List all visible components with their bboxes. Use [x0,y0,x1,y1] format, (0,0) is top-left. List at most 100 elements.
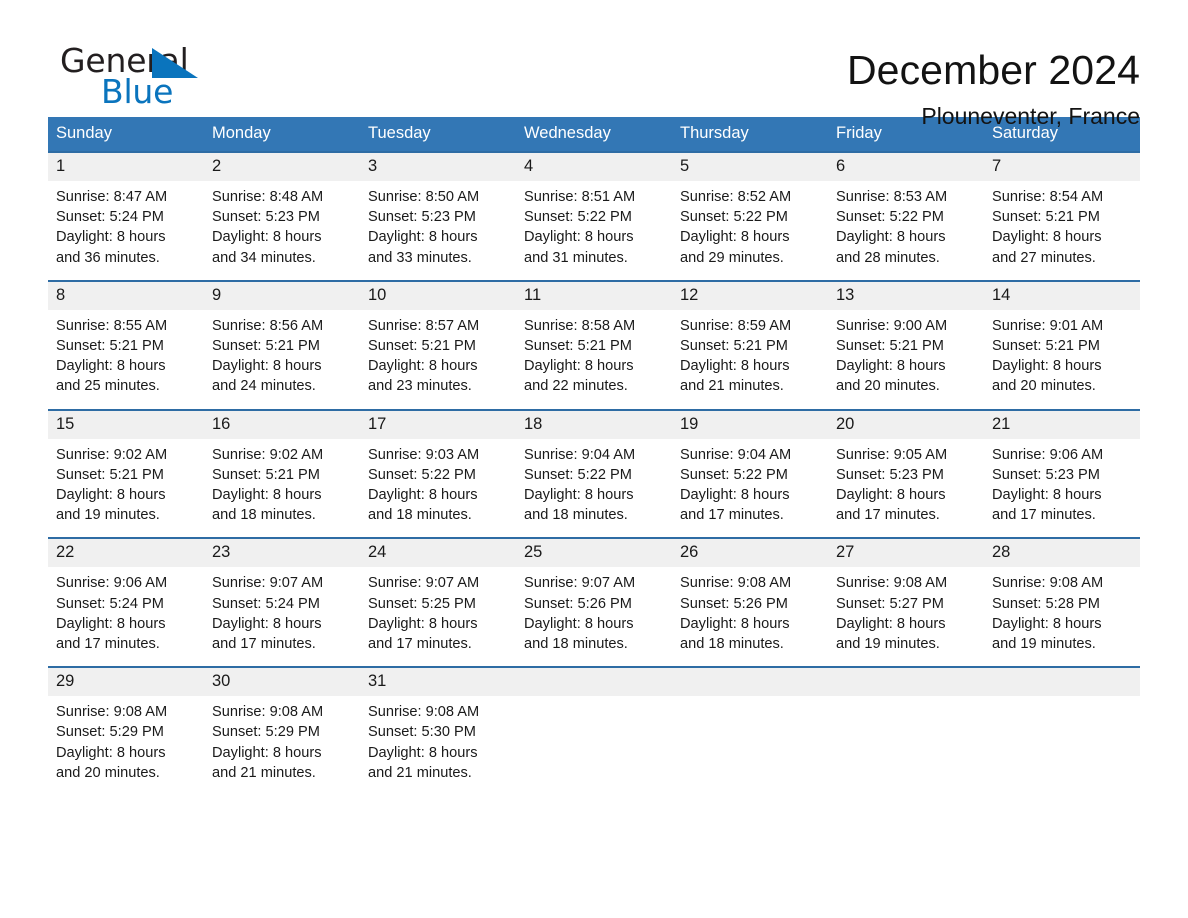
sunrise-time: Sunrise: 8:53 AM [836,189,948,205]
calendar-day-cell[interactable]: 9 Sunrise: 8:56 AM Sunset: 5:21 PM Daylight… [204,279,360,410]
sunset-time: Sunset: 5:24 PM [56,595,164,612]
daylight-line-1: Daylight: 8 hours [524,615,634,632]
day-number: 1 [48,153,204,181]
sunrise-time: Sunrise: 9:06 AM [992,446,1104,463]
weekday-header-wednesday: Wednesday [516,117,672,152]
daylight-line-2: and 20 minutes. [836,378,940,395]
sunrise-time: Sunrise: 9:08 AM [56,704,168,721]
day-details: Sunrise: 9:03 AM Sunset: 5:22 PM Daylight:… [360,439,516,538]
day-details [516,696,672,818]
daylight-line-2: and 17 minutes. [836,507,940,524]
day-number: 15 [48,410,204,439]
day-details: Sunrise: 9:02 AM Sunset: 5:21 PM Daylight:… [48,439,204,538]
sunrise-time: Sunrise: 9:00 AM [836,317,948,334]
calendar-day-cell[interactable]: 14 Sunrise: 9:01 AM Sunset: 5:21 PM Dayligh… [984,279,1140,410]
calendar-day-cell[interactable]: 4 Sunrise: 8:51 AM Sunset: 5:22 PM Daylight… [516,151,672,281]
calendar-day-cell[interactable]: 30 Sunrise: 9:08 AM Sunset: 5:29 PM Dayligh… [204,666,360,819]
day-details: Sunrise: 9:07 AM Sunset: 5:25 PM Daylight:… [360,567,516,666]
calendar-day-cell[interactable]: 15 Sunrise: 9:02 AM Sunset: 5:21 PM Dayligh… [48,408,204,539]
day-number: 29 [48,668,204,697]
calendar-day-cell[interactable]: 20 Sunrise: 9:05 AM Sunset: 5:23 PM Dayligh… [828,408,984,539]
calendar-day-cell[interactable]: 5 Sunrise: 8:52 AM Sunset: 5:22 PM Daylight… [672,151,828,281]
daylight-line-2: and 23 minutes. [368,378,472,395]
sunset-time: Sunset: 5:21 PM [56,466,164,483]
daylight-line-2: and 17 minutes. [212,636,316,653]
calendar-day-cell[interactable]: 2 Sunrise: 8:48 AM Sunset: 5:23 PM Daylight… [204,151,360,281]
calendar-day-cell[interactable]: 6 Sunrise: 8:53 AM Sunset: 5:22 PM Daylight… [828,151,984,281]
sunset-time: Sunset: 5:21 PM [992,338,1100,355]
day-number: 31 [360,668,516,697]
calendar-day-cell[interactable]: 1 Sunrise: 8:47 AM Sunset: 5:24 PM Daylight… [48,151,204,281]
calendar-day-cell-empty [984,666,1140,819]
calendar-day-cell[interactable]: 8 Sunrise: 8:55 AM Sunset: 5:21 PM Daylight… [48,279,204,410]
sunrise-time: Sunrise: 9:04 AM [524,446,636,463]
daylight-line-1: Daylight: 8 hours [992,358,1102,375]
sunrise-time: Sunrise: 8:59 AM [680,317,792,334]
daylight-line-1: Daylight: 8 hours [524,229,634,246]
day-details: Sunrise: 9:05 AM Sunset: 5:23 PM Daylight:… [828,439,984,538]
sunrise-time: Sunrise: 8:55 AM [56,317,168,334]
calendar-day-cell[interactable]: 27 Sunrise: 9:08 AM Sunset: 5:27 PM Dayligh… [828,537,984,668]
calendar-day-cell[interactable]: 3 Sunrise: 8:50 AM Sunset: 5:23 PM Daylight… [360,151,516,281]
daylight-line-2: and 17 minutes. [680,507,784,524]
daylight-line-2: and 18 minutes. [524,636,628,653]
calendar-day-cell[interactable]: 23 Sunrise: 9:07 AM Sunset: 5:24 PM Dayligh… [204,537,360,668]
calendar-day-cell[interactable]: 24 Sunrise: 9:07 AM Sunset: 5:25 PM Dayligh… [360,537,516,668]
sunrise-time: Sunrise: 9:03 AM [368,446,480,463]
calendar-day-cell[interactable]: 25 Sunrise: 9:07 AM Sunset: 5:26 PM Dayligh… [516,537,672,668]
sunset-time: Sunset: 5:25 PM [368,595,476,612]
sunset-time: Sunset: 5:24 PM [56,209,164,226]
sunset-time: Sunset: 5:22 PM [680,209,788,226]
day-details: Sunrise: 8:57 AM Sunset: 5:21 PM Daylight:… [360,310,516,409]
day-number [984,668,1140,697]
calendar-day-cell[interactable]: 29 Sunrise: 9:08 AM Sunset: 5:29 PM Dayligh… [48,666,204,819]
daylight-line-1: Daylight: 8 hours [56,487,166,504]
sunrise-time: Sunrise: 8:48 AM [212,189,324,205]
day-details: Sunrise: 9:08 AM Sunset: 5:29 PM Daylight:… [48,696,204,795]
calendar-day-cell[interactable]: 19 Sunrise: 9:04 AM Sunset: 5:22 PM Dayligh… [672,408,828,539]
calendar-day-cell[interactable]: 16 Sunrise: 9:02 AM Sunset: 5:21 PM Dayligh… [204,408,360,539]
calendar-week-row: 22 Sunrise: 9:06 AM Sunset: 5:24 PM Dayligh… [48,537,1140,668]
calendar-day-cell[interactable]: 22 Sunrise: 9:06 AM Sunset: 5:24 PM Dayligh… [48,537,204,668]
day-number: 30 [204,668,360,697]
calendar-day-cell[interactable]: 21 Sunrise: 9:06 AM Sunset: 5:23 PM Dayligh… [984,408,1140,539]
day-details: Sunrise: 9:06 AM Sunset: 5:24 PM Daylight:… [48,567,204,666]
calendar-week-row: 15 Sunrise: 9:02 AM Sunset: 5:21 PM Dayligh… [48,408,1140,539]
calendar-day-cell[interactable]: 17 Sunrise: 9:03 AM Sunset: 5:22 PM Dayligh… [360,408,516,539]
daylight-line-2: and 22 minutes. [524,378,628,395]
sunset-time: Sunset: 5:21 PM [56,338,164,355]
daylight-line-1: Daylight: 8 hours [836,487,946,504]
daylight-line-1: Daylight: 8 hours [212,615,322,632]
calendar-body: 1 Sunrise: 8:47 AM Sunset: 5:24 PM Daylight… [48,151,1140,819]
day-number: 13 [828,281,984,310]
calendar-day-cell[interactable]: 11 Sunrise: 8:58 AM Sunset: 5:21 PM Dayligh… [516,279,672,410]
day-number: 18 [516,410,672,439]
sunrise-sunset-calendar: Sunday Monday Tuesday Wednesday Thursday… [48,117,1140,819]
calendar-day-cell[interactable]: 7 Sunrise: 8:54 AM Sunset: 5:21 PM Daylight… [984,151,1140,281]
general-blue-logo[interactable]: General Blue [48,44,210,116]
calendar-day-cell[interactable]: 10 Sunrise: 8:57 AM Sunset: 5:21 PM Dayligh… [360,279,516,410]
day-number: 28 [984,539,1140,568]
calendar-day-cell[interactable]: 31 Sunrise: 9:08 AM Sunset: 5:30 PM Dayligh… [360,666,516,819]
day-details: Sunrise: 8:52 AM Sunset: 5:22 PM Daylight:… [672,181,828,280]
day-details: Sunrise: 9:08 AM Sunset: 5:29 PM Daylight:… [204,696,360,795]
calendar-day-cell[interactable]: 28 Sunrise: 9:08 AM Sunset: 5:28 PM Dayligh… [984,537,1140,668]
sunrise-time: Sunrise: 9:08 AM [992,575,1104,592]
sunset-time: Sunset: 5:23 PM [992,466,1100,483]
daylight-line-2: and 33 minutes. [368,249,472,266]
weekday-header-thursday: Thursday [672,117,828,152]
daylight-line-2: and 17 minutes. [992,507,1096,524]
sunset-time: Sunset: 5:22 PM [836,209,944,226]
calendar-day-cell[interactable]: 26 Sunrise: 9:08 AM Sunset: 5:26 PM Dayligh… [672,537,828,668]
daylight-line-2: and 25 minutes. [56,378,160,395]
sunset-time: Sunset: 5:26 PM [524,595,632,612]
sunrise-time: Sunrise: 8:54 AM [992,189,1104,205]
sunset-time: Sunset: 5:23 PM [212,209,320,226]
daylight-line-2: and 19 minutes. [992,636,1096,653]
daylight-line-2: and 19 minutes. [836,636,940,653]
calendar-day-cell[interactable]: 18 Sunrise: 9:04 AM Sunset: 5:22 PM Dayligh… [516,408,672,539]
calendar-day-cell[interactable]: 12 Sunrise: 8:59 AM Sunset: 5:21 PM Dayligh… [672,279,828,410]
sunrise-time: Sunrise: 8:51 AM [524,189,636,205]
calendar-day-cell[interactable]: 13 Sunrise: 9:00 AM Sunset: 5:21 PM Dayligh… [828,279,984,410]
sunset-time: Sunset: 5:27 PM [836,595,944,612]
